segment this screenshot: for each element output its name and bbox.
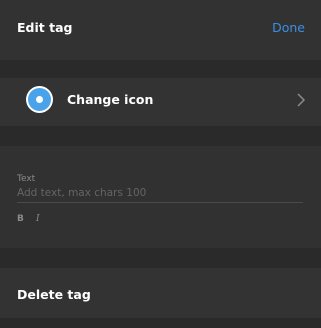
tag-text-input[interactable] xyxy=(17,184,303,203)
radio-dot-center xyxy=(36,96,43,103)
delete-tag-label: Delete tag xyxy=(17,287,91,302)
section-gap xyxy=(0,60,321,78)
italic-button[interactable]: I xyxy=(36,214,40,225)
bold-button[interactable]: B xyxy=(17,214,24,225)
change-icon-row[interactable]: Change icon xyxy=(0,78,321,126)
header: Edit tag Done xyxy=(0,0,321,60)
section-gap xyxy=(0,248,321,268)
chevron-right-icon xyxy=(297,93,306,107)
text-section: Text B I xyxy=(0,146,321,248)
bottom-gap xyxy=(0,318,321,328)
change-icon-label: Change icon xyxy=(67,92,154,107)
section-gap xyxy=(0,126,321,146)
page-title: Edit tag xyxy=(17,20,73,35)
radio-dot-icon xyxy=(28,88,51,111)
delete-tag-button[interactable]: Delete tag xyxy=(0,268,321,318)
edit-tag-panel: Edit tag Done Change icon Text B I Delet… xyxy=(0,0,321,328)
done-button[interactable]: Done xyxy=(272,20,305,36)
